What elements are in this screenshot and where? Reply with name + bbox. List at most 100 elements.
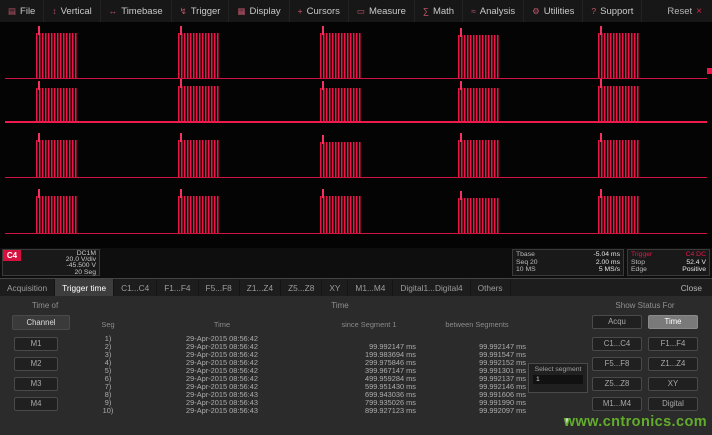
status-button-time[interactable]: Time (648, 315, 698, 329)
waveform-burst (598, 140, 640, 177)
tab-xy[interactable]: XY (322, 279, 348, 296)
tab-acquisition[interactable]: Acquisition (0, 279, 55, 296)
utilities-icon: ⚙ (532, 7, 540, 16)
waveform-burst (178, 196, 220, 233)
source-button-m3[interactable]: M3 (14, 377, 58, 391)
reset-button[interactable]: Reset× (657, 0, 712, 22)
waveform-burst (320, 142, 362, 177)
col-since: since Segment 1 (314, 321, 424, 329)
watermark-text: www.cntronics.com (564, 414, 707, 430)
status-dialog: Acquisition Trigger time C1...C4 F1...F4… (0, 278, 712, 435)
time-of-header: Time of (6, 301, 84, 310)
status-button-f5-f8[interactable]: F5...F8 (592, 357, 642, 371)
select-segment-value[interactable]: 1 (533, 375, 583, 384)
table-row: 8)29-Apr-2015 08:56:43699.943036 ms99.99… (86, 391, 530, 399)
menu-vertical[interactable]: ↕Vertical (44, 0, 100, 22)
waveform-burst (598, 196, 640, 233)
table-row: 7)29-Apr-2015 08:56:42599.951430 ms99.99… (86, 383, 530, 391)
close-button[interactable]: Close (671, 279, 712, 296)
tab-f5-f8[interactable]: F5...F8 (199, 279, 240, 296)
menu-analysis[interactable]: ≈Analysis (463, 0, 524, 22)
descriptor-strip: C4 DC1M 20.0 V/div -45.500 V 20 Seg Tbas… (0, 248, 712, 278)
memory-label: 10 MS (516, 266, 536, 274)
menu-trigger[interactable]: ↯ Trigger (172, 0, 230, 22)
table-row: 4)29-Apr-2015 08:56:42299.975846 ms99.99… (86, 359, 530, 367)
tab-others[interactable]: Others (471, 279, 511, 296)
menu-math[interactable]: ∑Math (415, 0, 463, 22)
status-button-z1-z4[interactable]: Z1...Z4 (648, 357, 698, 371)
waveform-burst (36, 88, 78, 121)
cell-between: 99.992097 ms (424, 407, 530, 415)
status-button-f1-f4[interactable]: F1...F4 (648, 337, 698, 351)
menu-vertical-label: Vertical (61, 6, 92, 17)
math-icon: ∑ (423, 7, 429, 16)
channel-source-button[interactable]: Channel (12, 315, 70, 330)
tab-z1-z4[interactable]: Z1...Z4 (240, 279, 281, 296)
tab-trigger-time[interactable]: Trigger time (55, 279, 114, 296)
tab-digital[interactable]: Digital1...Digital4 (393, 279, 470, 296)
trigger-slope: Positive (682, 266, 706, 274)
measure-icon: ▭ (357, 7, 365, 16)
status-button-digital[interactable]: Digital (648, 397, 698, 411)
menu-utilities[interactable]: ⚙ Utilities (524, 0, 583, 22)
waveform-burst (598, 86, 640, 121)
channel-tab: C4 (3, 250, 21, 261)
col-between: between Segments (424, 321, 530, 329)
tab-z5-z8[interactable]: Z5...Z8 (281, 279, 322, 296)
status-button-m1-m4[interactable]: M1...M4 (592, 397, 642, 411)
status-button-c1-c4[interactable]: C1...C4 (592, 337, 642, 351)
show-status-header: Show Status For (586, 301, 704, 310)
source-button-m4[interactable]: M4 (14, 397, 58, 411)
channel-segments: 20 Seg (66, 270, 96, 276)
tab-m1-m4[interactable]: M1...M4 (348, 279, 393, 296)
trigger-type: Edge (631, 266, 647, 274)
select-segment-control[interactable]: Select segment 1 (528, 363, 588, 393)
cell-time: 29-Apr-2015 08:56:43 (130, 407, 314, 415)
cursors-icon: + (298, 7, 303, 16)
tbase-label: Tbase (516, 251, 535, 259)
source-button-m1[interactable]: M1 (14, 337, 58, 351)
timebase-descriptor[interactable]: Tbase -5.04 ms Seq 20 2.00 ms 10 MS 5 MS/s (512, 249, 624, 276)
status-button-z5-z8[interactable]: Z5...Z8 (592, 377, 642, 391)
menu-display[interactable]: ▦Display (229, 0, 289, 22)
waveform-display[interactable] (0, 22, 712, 248)
trigger-mode: Stop (631, 259, 645, 267)
menu-bar: ▤ File ↕Vertical ↔Timebase ↯ Trigger ▦Disp… (0, 0, 712, 23)
menu-trigger-label: Trigger (191, 6, 221, 17)
menu-utilities-label: Utilities (544, 6, 575, 17)
trigger-source: C4 DC (686, 251, 706, 259)
menu-file[interactable]: ▤ File (0, 0, 44, 22)
menu-file-label: File (20, 6, 35, 17)
tab-f1-f4[interactable]: F1...F4 (157, 279, 198, 296)
status-button-xy[interactable]: XY (648, 377, 698, 391)
samplerate-value: 5 MS/s (599, 266, 620, 274)
source-button-m2[interactable]: M2 (14, 357, 58, 371)
waveform-burst (36, 33, 78, 78)
trigger-descriptor[interactable]: TriggerC4 DC Stop52.4 V EdgePositive (627, 249, 710, 276)
channel-descriptor-c4[interactable]: C4 DC1M 20.0 V/div -45.500 V 20 Seg (2, 249, 100, 276)
status-button-acqu[interactable]: Acqu (592, 315, 642, 329)
segment-time-table: Seg Time since Segment 1 between Segment… (86, 321, 530, 415)
tbase-value: -5.04 ms (594, 251, 620, 259)
table-header-row: Seg Time since Segment 1 between Segment… (86, 321, 530, 329)
seq-label: Seq 20 (516, 259, 538, 267)
tab-c1-c4[interactable]: C1...C4 (114, 279, 157, 296)
trigger-level-marker[interactable] (707, 68, 712, 74)
col-time: Time (130, 321, 314, 329)
waveform-burst (36, 140, 78, 177)
timebase-icon: ↔ (109, 7, 118, 16)
waveform-burst (178, 86, 220, 121)
file-icon: ▤ (8, 7, 16, 16)
menu-analysis-label: Analysis (480, 6, 515, 17)
trigger-icon: ↯ (180, 7, 187, 16)
menu-timebase-label: Timebase (121, 6, 162, 17)
seq-value: 2.00 ms (596, 259, 620, 267)
col-seg: Seg (86, 321, 130, 329)
menu-cursors[interactable]: +Cursors (290, 0, 349, 22)
table-row: 1)29-Apr-2015 08:56:42 (86, 335, 530, 343)
waveform-burst (458, 140, 500, 177)
menu-measure[interactable]: ▭Measure (349, 0, 415, 22)
menu-support-label: Support (600, 6, 633, 17)
menu-support[interactable]: ?Support (583, 0, 642, 22)
menu-timebase[interactable]: ↔Timebase (101, 0, 172, 22)
